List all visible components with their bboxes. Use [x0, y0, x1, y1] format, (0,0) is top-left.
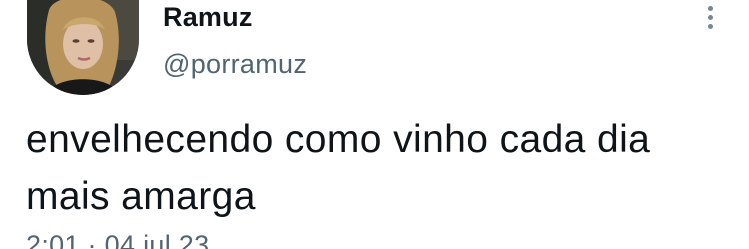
tweet-card: Ramuz @porramuz envelhecendo como vinho …: [0, 0, 749, 249]
more-options-icon[interactable]: [700, 6, 720, 32]
author-display-name[interactable]: Ramuz: [163, 2, 253, 33]
tweet-text: envelhecendo como vinho cada dia mais am…: [26, 118, 651, 218]
more-dot: [707, 15, 713, 20]
tweet-timestamp[interactable]: 2:01 · 04 jul 23: [26, 230, 209, 249]
more-dot: [707, 6, 713, 11]
avatar-photo: [27, 0, 139, 95]
more-dot: [707, 24, 713, 29]
author-handle[interactable]: @porramuz: [163, 49, 307, 80]
author-avatar[interactable]: [27, 0, 139, 95]
